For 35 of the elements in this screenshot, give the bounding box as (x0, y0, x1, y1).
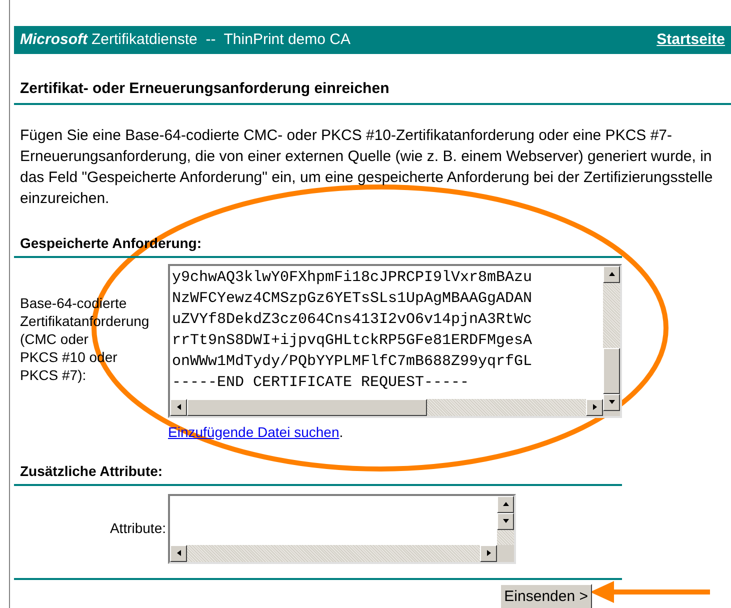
scrollbar-thumb[interactable] (187, 398, 427, 416)
scroll-arrow-button[interactable] (480, 544, 497, 562)
request-text-line: NzWFCYewz4CMSzpGz6YETsSLs1UpAgMBAAGgADAN (172, 288, 534, 308)
field-label: Attribute: (108, 519, 167, 538)
field-label: PKCS #7): (20, 366, 86, 384)
vertical-scrollbar[interactable] (497, 496, 514, 544)
scrollbar-corner (603, 410, 620, 416)
attributes-textarea[interactable] (168, 494, 516, 564)
scroll-arrow-button[interactable] (497, 496, 514, 512)
horizontal-scrollbar[interactable] (170, 544, 497, 562)
horizontal-scrollbar[interactable] (170, 398, 603, 416)
intro-paragraph: Fügen Sie eine Base-64-codierte CMC- oder PKCS #10-Zertifikatanforderung oder eine PKCS #7-Erneuerungsanforderung, die von einer externen Quelle (wie z. B. einem Webserver) generiert wurde, in das Feld "Gespeicherte Anforderung" ein, um eine gespeicherte Anforderung bei der Zertifizierungsstelle einzureichen. (19, 126, 714, 208)
request-text-line: onWWw1MdTydy/PQbYYPLMFlfC7mB688Z99yqrfGL (172, 352, 534, 372)
scroll-arrow-button[interactable] (586, 398, 603, 416)
scrollbar-corner (497, 544, 514, 562)
request-textarea[interactable] (168, 264, 622, 418)
scroll-arrow-button[interactable] (170, 544, 187, 562)
request-text-line: uZVYf8DekdZ3cz064Cns413I2vO6v14pjnA3RtWc (172, 310, 534, 330)
request-text-line: -----END CERTIFICATE REQUEST----- (172, 372, 470, 392)
scroll-arrow-button[interactable] (603, 266, 620, 282)
scroll-arrow-button[interactable] (603, 394, 620, 410)
scroll-arrow-button[interactable] (170, 398, 187, 416)
brand-name: Microsoft (20, 30, 88, 50)
page-heading: Zertifikat- oder Erneuerungsanforderung einreichen (14, 78, 731, 104)
scroll-arrow-button[interactable] (497, 512, 514, 530)
site-title: Zertifikatdienste -- ThinPrint demo CA (92, 30, 350, 50)
submit-button[interactable]: Einsenden > (500, 584, 592, 608)
link-period: . (339, 424, 344, 440)
section-title: Zusätzliche Attribute: (14, 460, 622, 486)
request-text-line: rrTt9nS8DWI+ijpvqGHLtckRP5GFe81ERDFMgesA (172, 330, 534, 350)
scrollbar-thumb[interactable] (603, 348, 620, 394)
vertical-scrollbar[interactable] (603, 266, 620, 410)
home-link[interactable]: Startseite (656, 28, 725, 52)
field-label: (CMC oder (20, 330, 88, 348)
request-text-line: y9chwAQ3klwY0FXhpmFi18cJPRCPI9lVxr8mBAzu (172, 268, 534, 288)
